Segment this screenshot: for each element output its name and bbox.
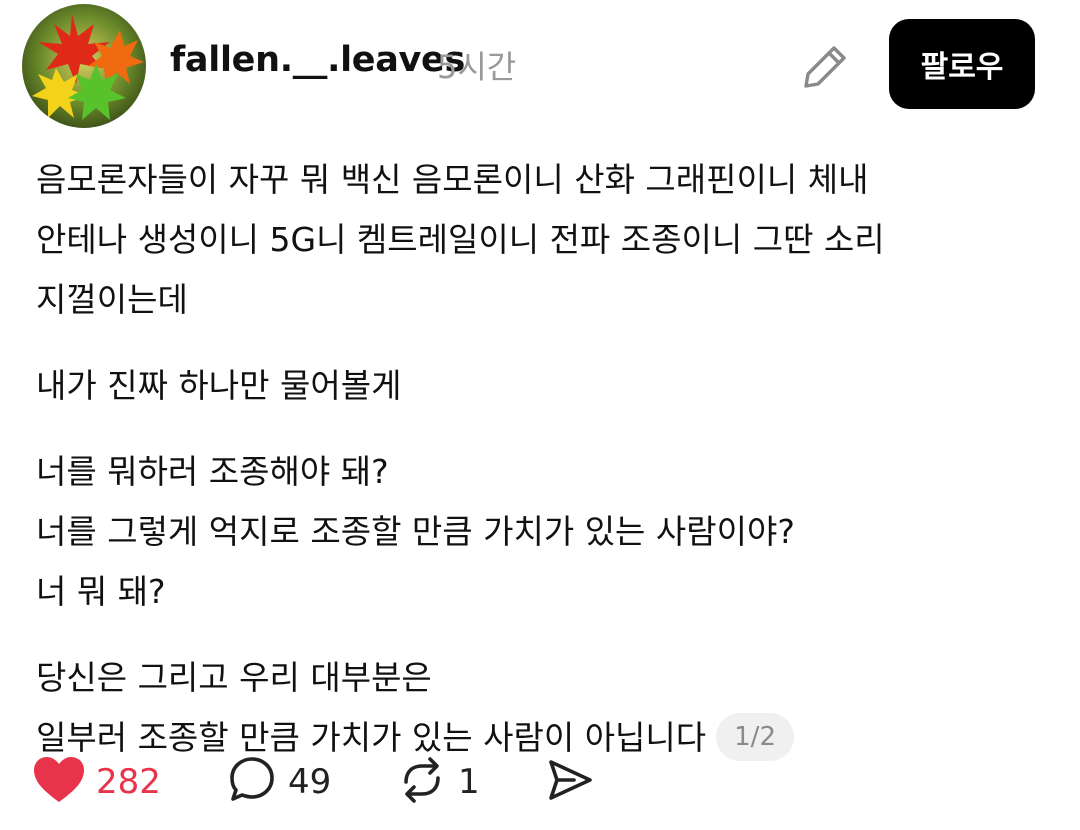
share-button[interactable]: [544, 752, 596, 812]
comment-count: 49: [288, 762, 332, 802]
follow-button[interactable]: 팔로우: [889, 19, 1035, 109]
pencil-icon[interactable]: [800, 40, 852, 92]
post-time: 5시간: [437, 48, 517, 86]
heart-icon: [32, 755, 86, 809]
send-icon: [544, 754, 596, 810]
paragraph: 음모론자들이 자꾸 뭐 백신 음모론이니 산화 그래핀이니 체내 안테나 생성이…: [36, 150, 1056, 330]
text-line: 너를 뭐하러 조종해야 돼?: [36, 452, 389, 491]
text-line: 안테나 생성이니 5G니 켐트레일이니 전파 조종이니 그딴 소리: [36, 220, 885, 259]
username[interactable]: fallen.__.leaves: [170, 40, 465, 80]
paragraph: 너를 뭐하러 조종해야 돼? 너를 그렇게 억지로 조종할 만큼 가치가 있는 …: [36, 442, 1056, 622]
speech-bubble-icon: [226, 754, 278, 810]
repost-icon: [396, 754, 448, 810]
like-button[interactable]: 282: [32, 752, 161, 812]
like-count: 282: [96, 762, 161, 802]
comment-button[interactable]: 49: [226, 752, 331, 812]
action-bar: 282 49 1: [32, 752, 1032, 812]
text-line: 당신은 그리고 우리 대부분은: [36, 658, 432, 697]
repost-count: 1: [458, 762, 480, 802]
text-line: 음모론자들이 자꾸 뭐 백신 음모론이니 산화 그래핀이니 체내: [36, 160, 869, 199]
text-line: 너를 그렇게 억지로 조종할 만큼 가치가 있는 사람이야?: [36, 512, 795, 551]
text-line: 내가 진짜 하나만 물어볼게: [36, 366, 402, 405]
text-line: 너 뭐 돼?: [36, 572, 166, 611]
paragraph: 내가 진짜 하나만 물어볼게: [36, 356, 1056, 416]
avatar[interactable]: [22, 4, 146, 128]
text-line: 지껄이는데: [36, 280, 188, 319]
post-body: 음모론자들이 자꾸 뭐 백신 음모론이니 산화 그래핀이니 체내 안테나 생성이…: [36, 150, 1056, 794]
repost-button[interactable]: 1: [396, 752, 480, 812]
paragraph: 당신은 그리고 우리 대부분은 일부러 조종할 만큼 가치가 있는 사람이 아닙…: [36, 648, 1056, 768]
